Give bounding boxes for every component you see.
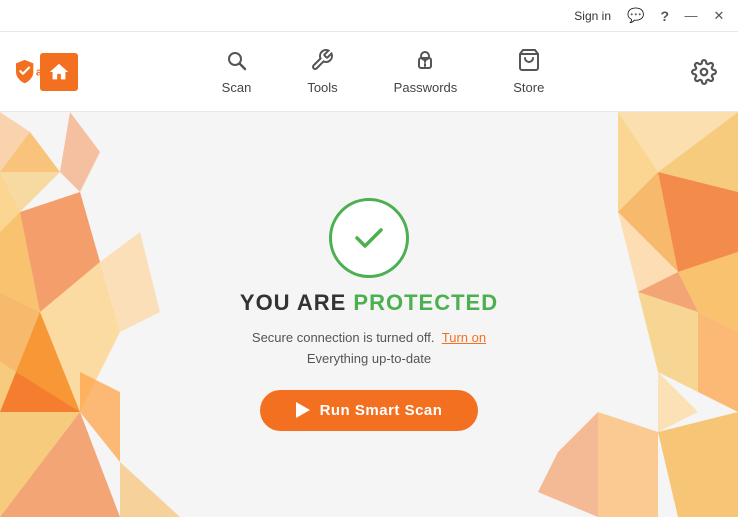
- nav-store[interactable]: Store: [505, 44, 552, 99]
- title-bar: Sign in 💬 ? — ✕: [0, 0, 738, 32]
- scan-icon: [224, 48, 248, 76]
- close-button[interactable]: ✕: [708, 5, 730, 27]
- store-icon: [517, 48, 541, 76]
- help-icon[interactable]: ?: [655, 6, 674, 26]
- store-label: Store: [513, 80, 544, 95]
- scan-label: Scan: [222, 80, 252, 95]
- title-bar-actions: Sign in 💬 ? — ✕: [569, 5, 730, 27]
- tools-label: Tools: [307, 80, 337, 95]
- settings-area: [658, 54, 738, 90]
- settings-button[interactable]: [686, 54, 722, 90]
- passwords-icon: [413, 48, 437, 76]
- passwords-label: Passwords: [394, 80, 458, 95]
- status-prefix: YOU ARE: [240, 290, 354, 315]
- nav-area: Scan Tools Passwords: [108, 44, 658, 99]
- turn-on-link[interactable]: Turn on: [442, 330, 486, 345]
- status-text: YOU ARE PROTECTED: [240, 290, 498, 316]
- header: avast! Scan Tools: [0, 32, 738, 112]
- sub-text: Secure connection is turned off. Turn on…: [252, 328, 486, 370]
- secure-conn-text: Secure connection is turned off.: [252, 330, 435, 345]
- play-icon: [296, 402, 310, 418]
- status-protected: PROTECTED: [353, 290, 498, 315]
- chat-icon[interactable]: 💬: [622, 5, 649, 26]
- scan-button-label: Run Smart Scan: [320, 402, 443, 419]
- nav-passwords[interactable]: Passwords: [386, 44, 466, 99]
- bg-left-art: [0, 112, 200, 517]
- nav-tools[interactable]: Tools: [299, 44, 345, 99]
- nav-scan[interactable]: Scan: [214, 44, 260, 99]
- center-content: YOU ARE PROTECTED Secure connection is t…: [240, 198, 498, 431]
- status-check-circle: [329, 198, 409, 278]
- run-smart-scan-button[interactable]: Run Smart Scan: [260, 390, 479, 431]
- main-content: YOU ARE PROTECTED Secure connection is t…: [0, 112, 738, 517]
- sign-in-link[interactable]: Sign in: [569, 7, 616, 25]
- bg-right-art: [538, 112, 738, 517]
- minimize-button[interactable]: —: [680, 5, 702, 27]
- up-to-date-text: Everything up-to-date: [307, 351, 431, 366]
- home-button[interactable]: [40, 53, 78, 91]
- tools-icon: [310, 48, 334, 76]
